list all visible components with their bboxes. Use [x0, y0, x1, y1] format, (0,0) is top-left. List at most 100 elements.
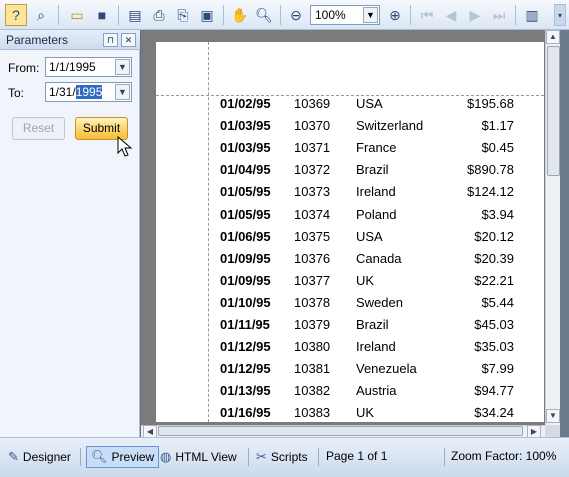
row-id: 10376	[294, 250, 331, 266]
export-icon[interactable]: ▣	[196, 4, 218, 26]
tab-designer[interactable]: ✎ Designer	[4, 446, 75, 468]
open-icon[interactable]: ▭	[66, 4, 88, 26]
from-date-field[interactable]: 1/1/1995 ▼	[45, 57, 132, 77]
row-country: UK	[356, 405, 375, 421]
to-date-field[interactable]: 1/31/1995 ▼	[45, 82, 132, 102]
preview-icon: 🔍︎	[91, 449, 108, 464]
pin-icon[interactable]: ⊓	[103, 33, 118, 47]
parameters-panel: Parameters ⊓ ✕ From: 1/1/1995 ▼ To: 1/31…	[0, 30, 140, 437]
to-date-value-selection: 1995	[75, 85, 103, 99]
last-page-icon[interactable]: ⏭	[488, 4, 510, 26]
toolbar-separator	[223, 5, 224, 25]
page-setup-icon[interactable]: ▤	[124, 4, 146, 26]
row-date: 01/09/95	[220, 250, 271, 266]
tab-html-view[interactable]: ◍ HTML View	[156, 446, 241, 468]
row-country: Ireland	[356, 184, 396, 200]
row-date: 01/13/95	[220, 383, 271, 399]
vertical-scrollbar[interactable]: ▲ ▼	[545, 30, 561, 425]
row-id: 10370	[294, 118, 331, 134]
chevron-down-icon[interactable]: ▼	[363, 7, 378, 23]
to-date-value: 1/31/1995	[49, 85, 103, 99]
tab-preview[interactable]: 🔍︎ Preview	[86, 446, 160, 468]
row-amount: $5.44	[481, 294, 514, 310]
row-date: 01/09/95	[220, 272, 271, 288]
row-country: Brazil	[356, 162, 389, 178]
row-amount: $7.99	[481, 361, 514, 377]
table-row: 01/10/95 10378 Sweden $5.44	[156, 295, 544, 317]
row-id: 10372	[294, 162, 331, 178]
toolbar-separator	[58, 5, 59, 25]
table-row: 01/04/95 10372 Brazil $890.78	[156, 162, 544, 184]
zoom-in-icon[interactable]: ⊕	[384, 4, 406, 26]
horizontal-scroll-thumb[interactable]	[158, 426, 523, 436]
row-amount: $45.03	[474, 317, 514, 332]
find-icon[interactable]: ⌕	[30, 4, 52, 26]
table-row: 01/09/95 10376 Canada $20.39	[156, 251, 544, 273]
first-page-icon[interactable]: ⏮	[416, 4, 438, 26]
table-row: 01/11/95 10379 Brazil $45.03	[156, 317, 544, 339]
zoom-value: 100%	[315, 8, 346, 22]
chevron-down-icon[interactable]: ▼	[115, 84, 130, 100]
reset-button[interactable]: Reset	[12, 117, 65, 140]
table-row: 01/02/95 10369 USA $195.68	[156, 96, 544, 118]
row-id: 10369	[294, 96, 331, 111]
row-country: Ireland	[356, 339, 396, 355]
magnifier-icon[interactable]: 🔍︎	[253, 4, 275, 26]
tab-scripts-label: Scripts	[270, 450, 308, 464]
row-amount: $20.39	[474, 250, 514, 266]
previous-page-icon[interactable]: ◀	[440, 4, 462, 26]
row-amount: $94.77	[474, 383, 514, 399]
toolbar-overflow-icon[interactable]: ▾	[554, 4, 566, 26]
multiple-pages-icon[interactable]: ▥	[521, 4, 543, 26]
row-amount: $890.78	[467, 162, 514, 178]
row-date: 01/02/95	[220, 96, 271, 111]
help-icon[interactable]: ?	[5, 4, 27, 26]
scripts-icon: ✂	[256, 449, 267, 464]
print-icon[interactable]: ⎙	[148, 4, 170, 26]
toolbar-separator	[410, 5, 411, 25]
table-row: 01/05/95 10373 Ireland $124.12	[156, 184, 544, 206]
table-row: 01/03/95 10370 Switzerland $1.17	[156, 118, 544, 140]
horizontal-scrollbar[interactable]: ◀ ▶	[141, 425, 545, 438]
status-separator	[248, 448, 249, 466]
tab-designer-label: Designer	[22, 450, 71, 464]
hand-tool-icon[interactable]: ✋	[229, 4, 251, 26]
row-country: UK	[356, 272, 375, 288]
to-label: To:	[8, 86, 25, 100]
row-id: 10374	[294, 206, 331, 222]
to-date-value-prefix: 1/31/	[49, 85, 76, 99]
row-amount: $195.68	[467, 96, 514, 111]
row-amount: $22.21	[474, 272, 514, 288]
row-id: 10377	[294, 272, 331, 288]
tab-scripts[interactable]: ✂ Scripts	[252, 446, 312, 468]
save-icon[interactable]: ■	[91, 4, 113, 26]
table-row: 01/05/95 10374 Poland $3.94	[156, 207, 544, 229]
row-country: Switzerland	[356, 118, 424, 134]
chevron-down-icon[interactable]: ▼	[115, 59, 130, 75]
close-icon[interactable]: ✕	[121, 33, 136, 47]
table-row: 01/13/95 10382 Austria $94.77	[156, 383, 544, 405]
scroll-up-icon[interactable]: ▲	[546, 30, 560, 44]
row-id: 10373	[294, 184, 331, 200]
status-separator	[318, 448, 319, 466]
row-date: 01/05/95	[220, 206, 271, 222]
row-country: Austria	[356, 383, 397, 399]
table-row: 01/12/95 10380 Ireland $35.03	[156, 339, 544, 361]
row-amount: $0.45	[481, 140, 514, 156]
table-row: 01/12/95 10381 Venezuela $7.99	[156, 361, 544, 383]
row-id: 10382	[294, 383, 331, 399]
zoom-out-icon[interactable]: ⊖	[285, 4, 307, 26]
row-country: USA	[356, 96, 383, 111]
vertical-scroll-thumb[interactable]	[547, 46, 560, 176]
row-country: Poland	[356, 206, 397, 222]
scroll-down-icon[interactable]: ▼	[546, 409, 560, 423]
next-page-icon[interactable]: ▶	[464, 4, 486, 26]
preview-area: 01/02/95 10369 USA $195.68 01/03/95 10370 Swit…	[140, 30, 561, 438]
status-separator	[80, 448, 81, 466]
designer-icon: ✎	[8, 449, 19, 464]
print-direct-icon[interactable]: ⎘	[172, 4, 194, 26]
zoom-combo[interactable]: 100% ▼	[310, 5, 380, 25]
row-country: Brazil	[356, 317, 389, 332]
parameters-panel-title: Parameters	[6, 33, 69, 47]
table-row: 01/03/95 10371 France $0.45	[156, 140, 544, 162]
